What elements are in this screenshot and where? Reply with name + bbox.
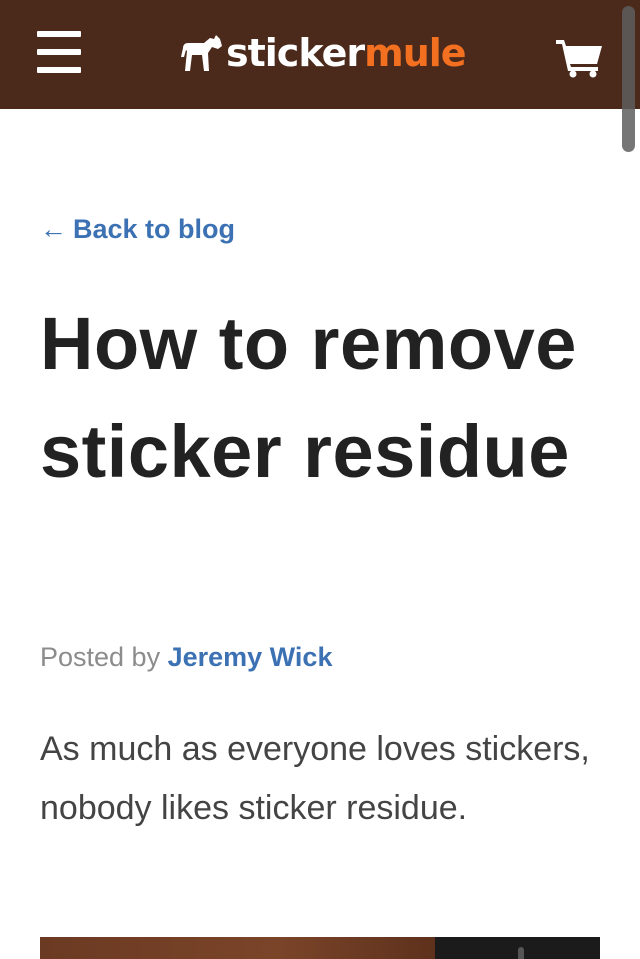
cart-icon[interactable] xyxy=(556,38,604,78)
article-intro: As much as everyone loves stickers, nobo… xyxy=(40,730,590,827)
stickermule-logo[interactable]: stickermule xyxy=(180,28,467,78)
author-link[interactable]: Jeremy Wick xyxy=(168,642,333,672)
logo-text-mule: mule xyxy=(364,31,466,75)
site-header: stickermule xyxy=(0,0,640,109)
hamburger-menu-icon[interactable] xyxy=(37,31,81,73)
menu-bar xyxy=(37,67,81,73)
scrollbar-thumb[interactable] xyxy=(622,6,635,152)
byline-prefix: Posted by xyxy=(40,642,161,672)
back-to-blog-link[interactable]: ← Back to blog xyxy=(40,210,235,248)
mule-icon xyxy=(181,35,222,71)
logo-text-sticker: sticker xyxy=(226,31,365,75)
menu-bar xyxy=(37,31,81,37)
left-arrow-icon: ← xyxy=(40,214,67,244)
menu-bar xyxy=(37,49,81,55)
back-to-blog-label: Back to blog xyxy=(73,214,236,244)
logo-wordmark: stickermule xyxy=(226,28,467,78)
article-hero-image xyxy=(40,937,600,959)
article-byline: Posted by Jeremy Wick xyxy=(40,638,332,676)
blog-post-page: stickermule ← Back to blog How to remove … xyxy=(0,0,640,959)
article-title: How to remove sticker residue xyxy=(40,302,577,493)
